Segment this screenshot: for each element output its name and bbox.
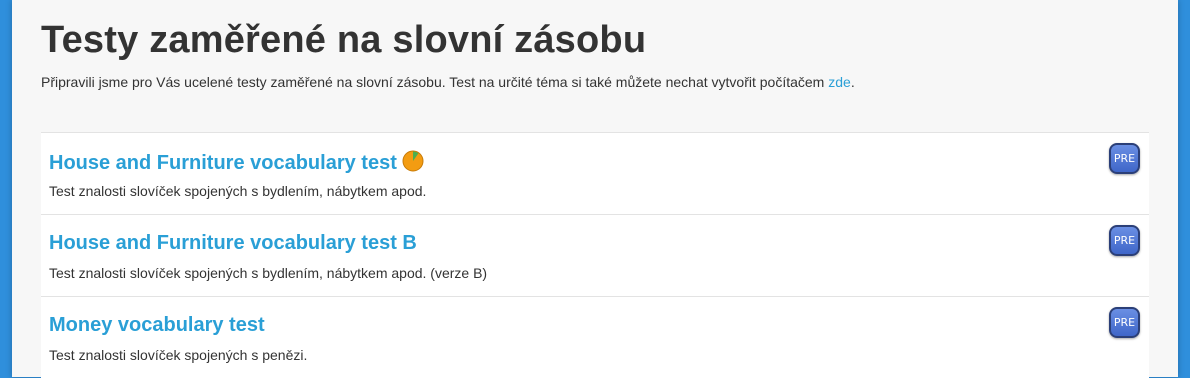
test-title: House and Furniture vocabulary test [49, 152, 397, 174]
intro-link[interactable]: zde [828, 74, 851, 90]
test-item: House and Furniture vocabulary test B Te… [41, 214, 1149, 296]
test-title-link[interactable]: House and Furniture vocabulary test [49, 150, 424, 175]
test-description: Test znalosti slovíček spojených s bydle… [49, 265, 488, 281]
intro-text: Připravili jsme pro Vás ucelené testy za… [41, 74, 829, 90]
intro-suffix: . [850, 74, 855, 90]
test-item: House and Furniture vocabulary test Test… [41, 132, 1149, 214]
test-title-link[interactable]: Money vocabulary test [49, 314, 265, 337]
test-item: Money vocabulary test Test znalosti slov… [41, 296, 1149, 378]
test-description: Test znalosti slovíček spojených s peněz… [49, 347, 308, 363]
test-title: Money vocabulary test [49, 314, 265, 336]
test-description: Test znalosti slovíček spojených s bydle… [49, 183, 427, 199]
pie-progress-icon [402, 150, 424, 172]
test-list: House and Furniture vocabulary test Test… [41, 132, 1149, 378]
level-badge[interactable]: PRE [1109, 143, 1140, 174]
test-title-link[interactable]: House and Furniture vocabulary test B [49, 232, 417, 255]
level-badge[interactable]: PRE [1109, 307, 1140, 338]
test-title: House and Furniture vocabulary test B [49, 232, 417, 254]
intro-paragraph: Připravili jsme pro Vás ucelené testy za… [41, 74, 855, 90]
level-badge[interactable]: PRE [1109, 225, 1140, 256]
page-title: Testy zaměřené na slovní zásobu [41, 19, 647, 61]
content-panel: Testy zaměřené na slovní zásobu Připravi… [12, 0, 1178, 378]
